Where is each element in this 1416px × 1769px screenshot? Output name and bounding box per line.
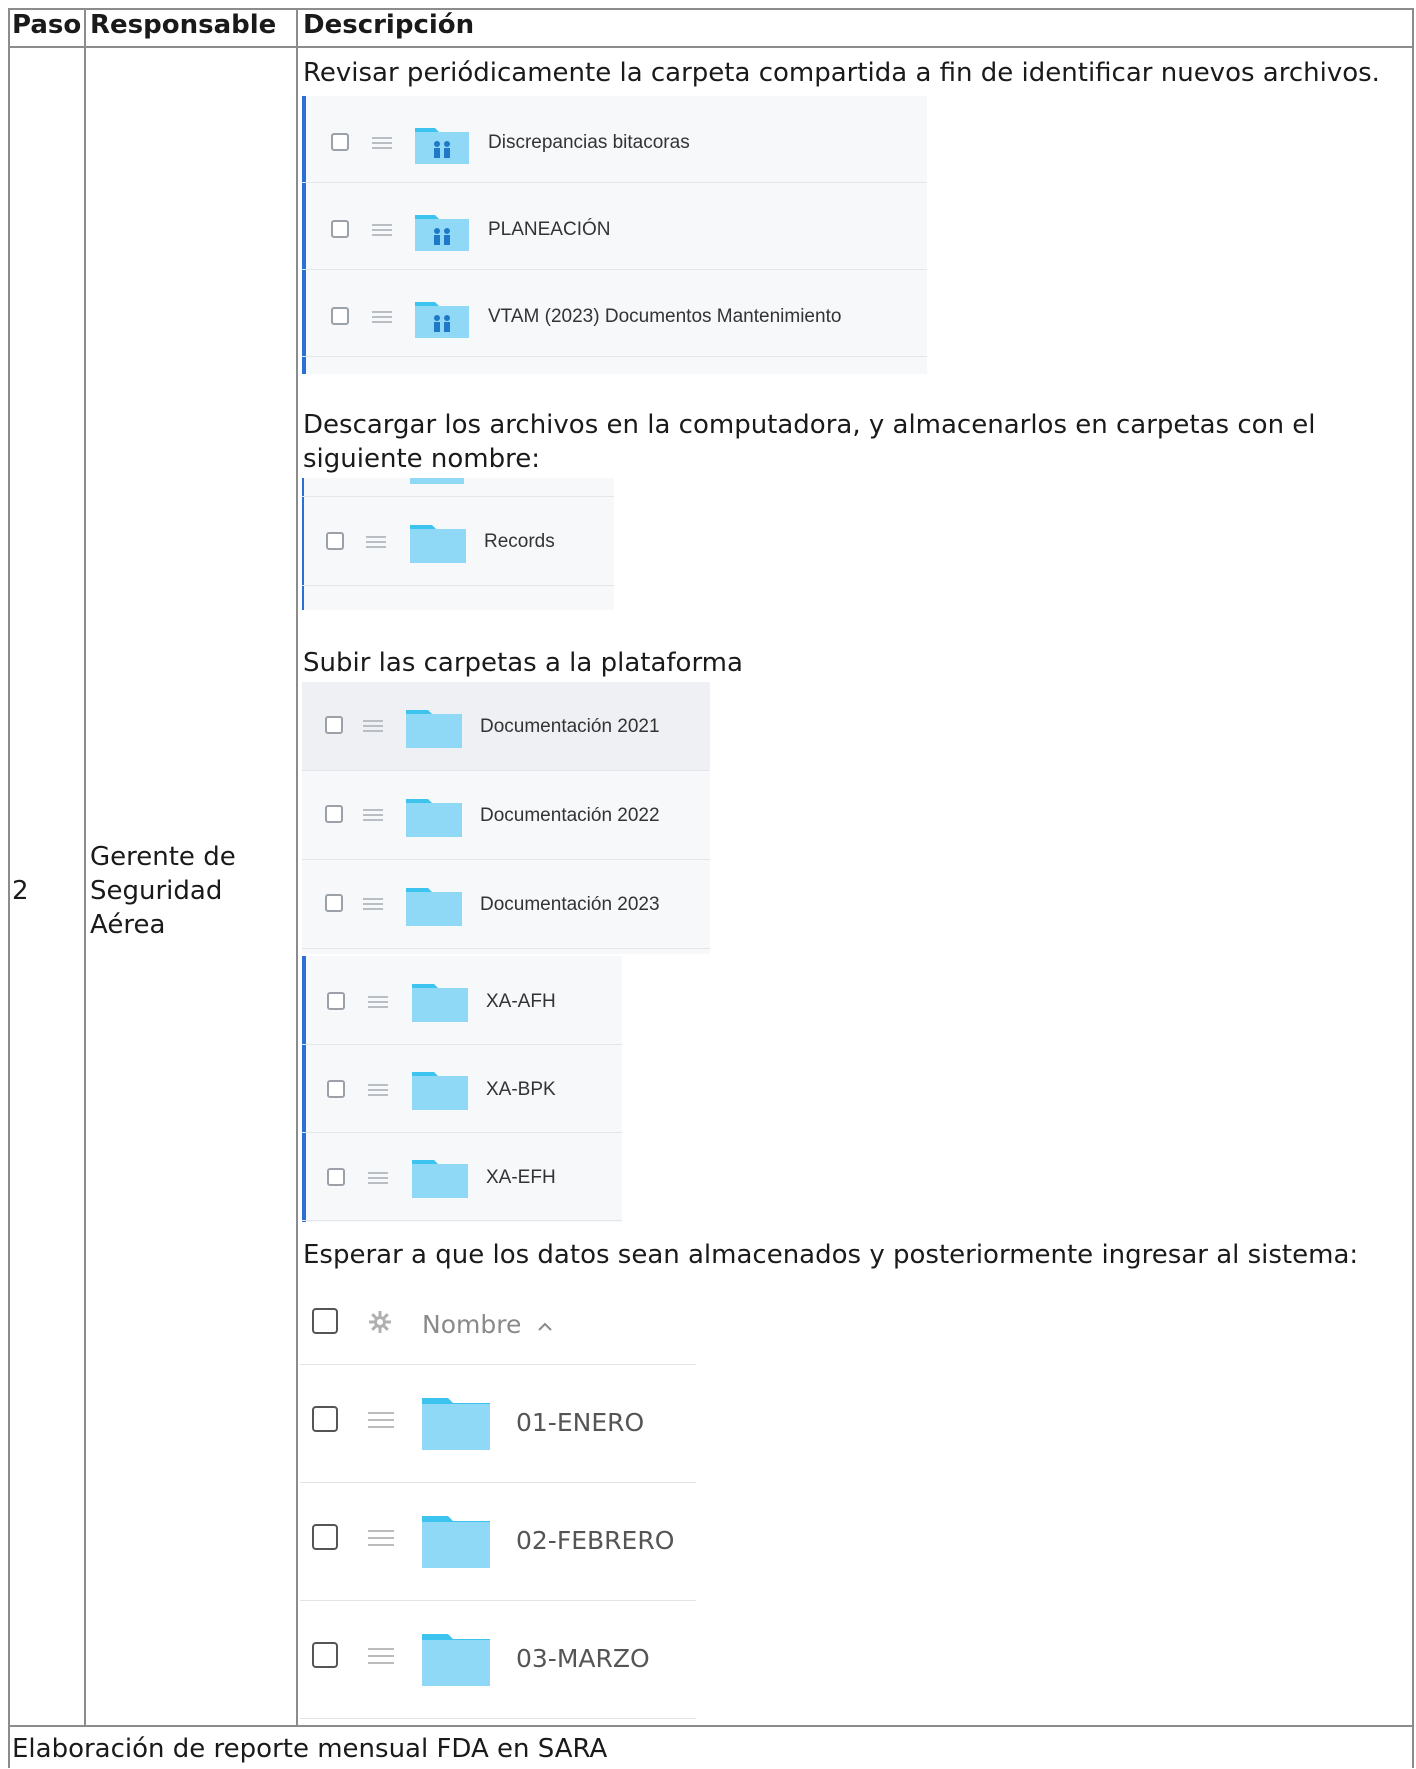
list-item: PLANEACIÓN: [302, 183, 927, 270]
responsible-line-1: Gerente de: [90, 842, 236, 872]
drag-handle-icon: [363, 809, 383, 821]
checkbox[interactable]: [325, 716, 343, 734]
checkbox[interactable]: [325, 894, 343, 912]
drag-handle-icon: [368, 1084, 388, 1096]
checkbox[interactable]: [326, 532, 344, 550]
folder-name: XA-AFH: [486, 991, 556, 1012]
list-item: XA-EFH: [302, 1132, 622, 1221]
header-responsable: Responsable: [90, 10, 277, 40]
folder-icon: [422, 1634, 490, 1686]
checkbox[interactable]: [327, 1080, 345, 1098]
folder-name: Records: [484, 531, 555, 552]
list-item: 03-MARZO: [300, 1600, 696, 1719]
folder-name: Discrepancias bitacoras: [488, 132, 690, 153]
instruction-upload: Subir las carpetas a la plataforma: [303, 648, 743, 678]
folder-icon: [406, 710, 462, 748]
checkbox[interactable]: [331, 307, 349, 325]
col-divider-2: [296, 8, 298, 1726]
responsible-line-2: Seguridad: [90, 876, 223, 906]
folder-name: 02-FEBRERO: [516, 1526, 675, 1555]
drag-handle-icon: [366, 536, 386, 548]
folder-name: Documentación 2023: [480, 894, 660, 915]
drag-handle-icon: [368, 1530, 394, 1546]
instruction-review: Revisar periódicamente la carpeta compar…: [303, 58, 1380, 88]
list-item: Discrepancias bitacoras: [302, 96, 927, 183]
drag-handle-icon: [368, 1412, 394, 1428]
instruction-download-line-2: siguiente nombre:: [303, 444, 540, 474]
list-item: 01-ENERO: [300, 1364, 696, 1483]
folder-icon: [412, 1160, 468, 1198]
list-item: Documentación 2022: [302, 771, 710, 860]
records-folder-screenshot: Records: [302, 478, 614, 610]
documentation-folders-screenshot: Documentación 2021 Documentación 2022 Do…: [302, 682, 710, 954]
folder-name: PLANEACIÓN: [488, 219, 611, 240]
step-number: 2: [12, 876, 29, 906]
checkbox[interactable]: [327, 1168, 345, 1186]
list-header: Nombre: [300, 1290, 696, 1365]
aircraft-folders-screenshot: XA-AFH XA-BPK XA-EFH: [302, 956, 622, 1222]
drag-handle-icon: [372, 137, 392, 149]
checkbox[interactable]: [325, 805, 343, 823]
folder-name: Documentación 2021: [480, 716, 660, 737]
system-month-folders-screenshot: Nombre 01-ENERO 02-FEBRERO 03-MARZO: [300, 1290, 696, 1720]
table-border-right: [1412, 8, 1414, 1768]
drag-handle-icon: [363, 720, 383, 732]
header-paso: Paso: [12, 10, 82, 40]
responsible-line-3: Aérea: [90, 910, 166, 940]
folder-name: 01-ENERO: [516, 1408, 645, 1437]
folder-icon: [412, 984, 468, 1022]
gear-icon[interactable]: [368, 1310, 392, 1334]
checkbox[interactable]: [312, 1524, 338, 1550]
footer-divider: [8, 1725, 1414, 1727]
checkbox[interactable]: [312, 1642, 338, 1668]
drag-handle-icon: [363, 898, 383, 910]
drag-handle-icon: [368, 1172, 388, 1184]
folder-icon: [406, 888, 462, 926]
folder-icon: [406, 799, 462, 837]
next-step-title: Elaboración de reporte mensual FDA en SA…: [12, 1734, 608, 1764]
folder-name: VTAM (2023) Documentos Mantenimiento: [488, 306, 842, 327]
name-column-header[interactable]: Nombre: [422, 1310, 521, 1339]
folder-icon: [422, 1516, 490, 1568]
drag-handle-icon: [368, 996, 388, 1008]
folder-icon: [412, 1072, 468, 1110]
table-border-left: [8, 8, 10, 1768]
list-item: Documentación 2023: [302, 860, 710, 949]
folder-icon: [422, 1398, 490, 1450]
folder-name: XA-BPK: [486, 1079, 556, 1100]
drag-handle-icon: [372, 311, 392, 323]
list-item: Documentación 2021: [302, 682, 710, 771]
folder-name: Documentación 2022: [480, 805, 660, 826]
select-all-checkbox[interactable]: [312, 1308, 338, 1334]
instruction-wait: Esperar a que los datos sean almacenados…: [303, 1240, 1359, 1270]
shared-folders-screenshot: Discrepancias bitacoras PLANEACIÓN VTAM …: [302, 96, 927, 374]
header-divider: [8, 46, 1414, 48]
drag-handle-icon: [368, 1648, 394, 1664]
folder-name: XA-EFH: [486, 1167, 556, 1188]
col-divider-1: [84, 8, 86, 1726]
shared-folder-icon: [415, 215, 469, 251]
list-item: 02-FEBRERO: [300, 1482, 696, 1601]
list-item: XA-BPK: [302, 1044, 622, 1133]
folder-name: 03-MARZO: [516, 1644, 650, 1673]
sort-ascending-icon[interactable]: [538, 1322, 552, 1332]
shared-folder-icon: [415, 302, 469, 338]
header-descripcion: Descripción: [303, 10, 475, 40]
checkbox[interactable]: [327, 992, 345, 1010]
list-item: XA-AFH: [302, 956, 622, 1045]
drag-handle-icon: [372, 224, 392, 236]
folder-icon: [410, 525, 466, 563]
checkbox[interactable]: [312, 1406, 338, 1432]
checkbox[interactable]: [331, 133, 349, 151]
checkbox[interactable]: [331, 220, 349, 238]
instruction-download-line-1: Descargar los archivos en la computadora…: [303, 410, 1316, 440]
list-item: VTAM (2023) Documentos Mantenimiento: [302, 270, 927, 357]
list-item: Records: [302, 496, 614, 586]
shared-folder-icon: [415, 128, 469, 164]
procedure-table: Paso Responsable Descripción 2 Gerente d…: [0, 0, 1416, 1769]
